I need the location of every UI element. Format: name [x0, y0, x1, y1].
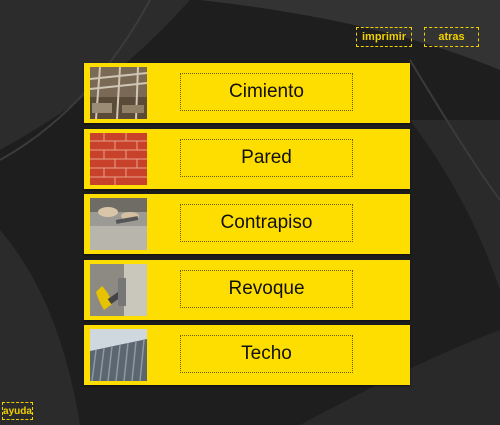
- menu-item-techo[interactable]: Techo: [84, 325, 410, 385]
- menu-item-label: Techo: [180, 335, 353, 373]
- plastering-thumbnail: [90, 263, 147, 316]
- menu-item-label: Pared: [180, 138, 353, 177]
- print-button[interactable]: imprimir: [356, 27, 412, 47]
- construction-stage-menu: Cimiento Pared Contrapiso Revoque Techo: [84, 63, 410, 391]
- back-button[interactable]: atras: [424, 27, 479, 47]
- menu-item-pared[interactable]: Pared: [84, 128, 410, 189]
- menu-item-label: Contrapiso: [180, 204, 353, 242]
- menu-item-label: Cimiento: [180, 73, 353, 111]
- foundation-thumbnail: [90, 67, 147, 119]
- help-button[interactable]: ayuda: [2, 402, 33, 420]
- menu-item-label: Revoque: [180, 269, 353, 308]
- menu-item-cimiento[interactable]: Cimiento: [84, 63, 410, 123]
- menu-item-contrapiso[interactable]: Contrapiso: [84, 194, 410, 254]
- brick-wall-thumbnail: [90, 132, 147, 185]
- roof-thumbnail: [90, 329, 147, 381]
- subfloor-thumbnail: [90, 198, 147, 250]
- menu-item-revoque[interactable]: Revoque: [84, 259, 410, 320]
